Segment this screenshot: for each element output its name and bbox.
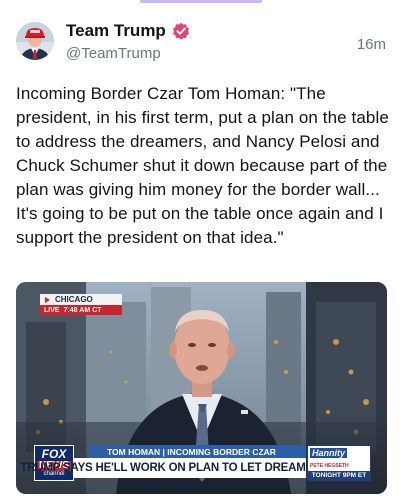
location-label: CHICAGO bbox=[55, 295, 93, 304]
chyron-upper: TOM HOMAN | INCOMING BORDER CZAR bbox=[89, 445, 306, 458]
live-label: LIVE bbox=[44, 306, 60, 314]
chyron-headline: TRUMP SAYS HE'LL WORK ON PLAN TO LET DRE… bbox=[20, 458, 360, 478]
promo-show-name: Hannity bbox=[310, 448, 348, 458]
post-card: Team Trump @TeamTrump 16m Incoming Borde… bbox=[0, 0, 403, 500]
post-text: Incoming Border Czar Tom Homan: "The pre… bbox=[16, 84, 389, 247]
location-tag: CHICAGO LIVE 7:48 AM CT bbox=[40, 294, 122, 316]
author-name-row: Team Trump bbox=[66, 21, 190, 41]
author-name[interactable]: Team Trump bbox=[66, 21, 166, 41]
play-arrow-icon bbox=[45, 296, 50, 303]
show-promo: Hannity PETE HEGSETH TONIGHT 9PM ET bbox=[307, 445, 371, 481]
post-timestamp: 16m bbox=[356, 36, 386, 53]
video-thumbnail[interactable]: CHICAGO LIVE 7:48 AM CT FOX NEWS channel… bbox=[16, 282, 387, 494]
promo-host-name: PETE HEGSETH bbox=[310, 463, 349, 469]
network-logo-top: FOX bbox=[41, 446, 67, 461]
author-handle[interactable]: @TeamTrump bbox=[66, 45, 161, 62]
avatar[interactable] bbox=[16, 22, 54, 60]
chyron-upper-text: TOM HOMAN | INCOMING BORDER CZAR bbox=[107, 446, 276, 457]
promo-time: TONIGHT 9PM ET bbox=[308, 471, 370, 480]
live-time: 7:48 AM CT bbox=[63, 306, 102, 314]
verified-badge-icon bbox=[172, 22, 190, 40]
